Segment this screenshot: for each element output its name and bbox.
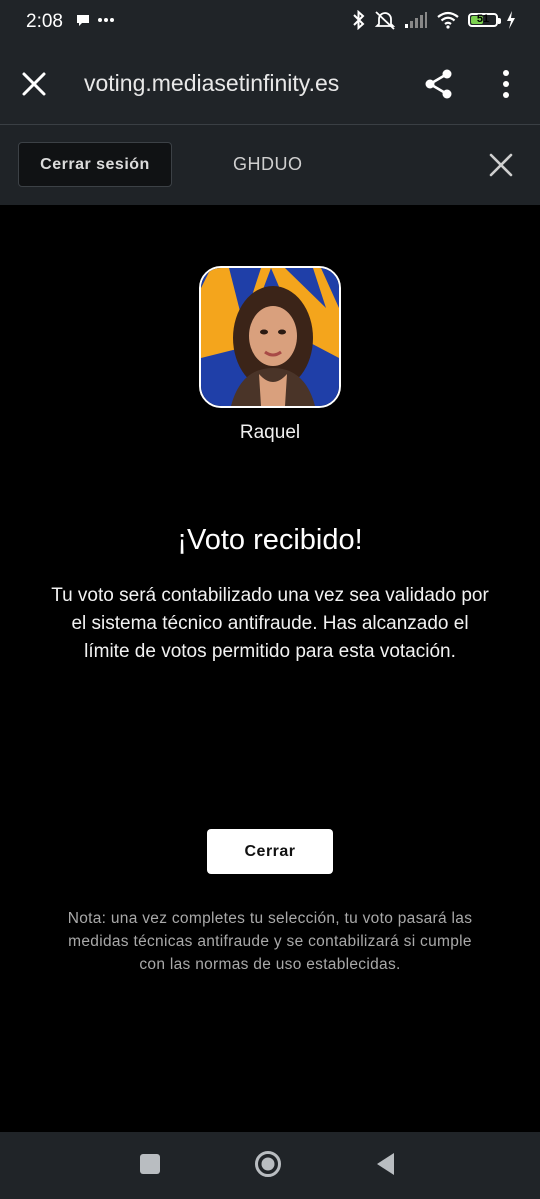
- wifi-icon: [437, 11, 459, 29]
- more-dots-icon: [98, 18, 114, 22]
- system-icons: 51: [352, 10, 516, 30]
- vote-confirmation-title: ¡Voto recibido!: [177, 524, 363, 556]
- battery-icon: 51: [468, 13, 501, 27]
- page-url[interactable]: voting.mediasetinfinity.es: [84, 70, 339, 97]
- logout-button[interactable]: Cerrar sesión: [18, 142, 172, 187]
- system-navigation-bar: [0, 1132, 540, 1199]
- antifraud-note: Nota: una vez completes tu selección, tu…: [67, 910, 473, 973]
- chat-bubble-icon: [77, 15, 89, 26]
- silent-icon: [374, 11, 396, 30]
- close-button[interactable]: Cerrar: [207, 829, 333, 874]
- battery-tip: [498, 18, 501, 24]
- user-code: GHDUO: [233, 154, 303, 174]
- candidate-name: Raquel: [239, 422, 301, 443]
- more-vert-icon[interactable]: [496, 68, 516, 100]
- close-icon[interactable]: [488, 152, 514, 178]
- vote-confirmation-message: Tu voto será contabilizado una vez sea v…: [51, 585, 489, 662]
- home-icon[interactable]: [254, 1150, 282, 1178]
- close-icon[interactable]: [20, 70, 48, 98]
- back-icon[interactable]: [374, 1151, 398, 1177]
- signal-icon: [405, 12, 427, 28]
- candidate-photo: [201, 268, 339, 406]
- bluetooth-icon: [353, 10, 365, 30]
- notification-icons: [75, 12, 115, 28]
- session-bar: Cerrar sesión GHDUO: [0, 125, 540, 205]
- browser-toolbar: voting.mediasetinfinity.es: [0, 46, 540, 125]
- recents-icon[interactable]: [140, 1154, 160, 1174]
- status-bar: 2:08 51: [0, 0, 540, 46]
- candidate-avatar: [199, 266, 341, 408]
- charging-icon: [507, 11, 515, 29]
- battery-level: 51: [476, 13, 490, 25]
- share-icon[interactable]: [424, 68, 454, 100]
- status-time: 2:08: [26, 11, 63, 32]
